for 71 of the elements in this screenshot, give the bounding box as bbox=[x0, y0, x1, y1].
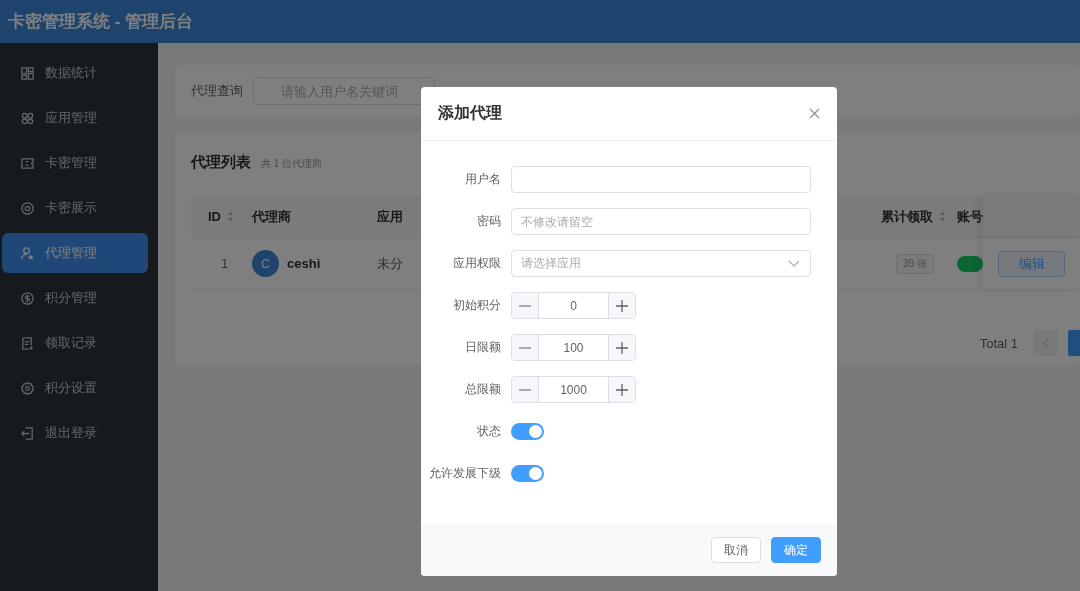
sidebar-item[interactable]: 积分管理 bbox=[2, 278, 148, 318]
increment-button[interactable] bbox=[608, 335, 635, 360]
app-title: 卡密管理系统 - 管理后台 bbox=[8, 11, 194, 33]
settings-icon bbox=[20, 380, 35, 396]
cancel-button[interactable]: 取消 bbox=[711, 537, 761, 563]
plus-icon bbox=[616, 383, 628, 396]
close-button[interactable] bbox=[808, 107, 821, 120]
sidebar-item[interactable]: 卡密展示 bbox=[2, 188, 148, 228]
pagination-total: Total 1 bbox=[979, 335, 1018, 351]
plus-icon bbox=[616, 341, 628, 354]
sidebar-item[interactable]: 数据统计 bbox=[2, 53, 148, 93]
number-input[interactable]: 1000 bbox=[511, 376, 636, 403]
sort-icon[interactable] bbox=[227, 211, 234, 222]
column-label: 代理商 bbox=[252, 207, 291, 226]
previous-page-button[interactable] bbox=[1034, 330, 1058, 356]
column-label: 账号 bbox=[957, 207, 983, 226]
dollar-coin-icon bbox=[20, 290, 35, 306]
list-title: 代理列表 bbox=[191, 153, 251, 172]
decrement-button[interactable] bbox=[512, 293, 539, 318]
decrement-button[interactable] bbox=[512, 377, 539, 402]
edit-button[interactable]: 编辑 bbox=[998, 250, 1065, 277]
ticket-icon bbox=[20, 155, 35, 171]
sidebar-item[interactable]: 退出登录 bbox=[2, 413, 148, 453]
agent-name: ceshi bbox=[287, 256, 321, 271]
field-label: 总限额 bbox=[464, 381, 502, 398]
plus-icon bbox=[616, 299, 628, 312]
confirm-button[interactable]: 确定 bbox=[771, 537, 821, 563]
chevron-left-icon bbox=[1042, 338, 1050, 348]
table-cell-text: 未分 bbox=[377, 254, 404, 273]
field-label: 应用权限 bbox=[452, 255, 502, 272]
avatar: C bbox=[252, 250, 279, 277]
minus-icon bbox=[519, 304, 531, 307]
field-label: 用户名 bbox=[464, 171, 502, 188]
grid-icon bbox=[20, 65, 35, 81]
minus-icon bbox=[519, 346, 531, 349]
input-field[interactable] bbox=[511, 166, 811, 193]
sidebar-item[interactable]: 领取记录 bbox=[2, 323, 148, 363]
sidebar-item[interactable]: 积分设置 bbox=[2, 368, 148, 408]
sidebar-item[interactable]: 应用管理 bbox=[2, 98, 148, 138]
input-field[interactable]: 不修改请留空 bbox=[511, 208, 811, 235]
field-label: 状态 bbox=[476, 423, 502, 440]
number-input[interactable]: 0 bbox=[511, 292, 636, 319]
field-label: 初始积分 bbox=[452, 297, 502, 314]
close-icon bbox=[809, 108, 820, 119]
search-label: 代理查询 bbox=[191, 82, 243, 100]
column-label: 累计领取 bbox=[881, 207, 933, 226]
decrement-button[interactable] bbox=[512, 335, 539, 360]
column-label: 应用 bbox=[377, 207, 403, 226]
toggle-switch[interactable] bbox=[511, 465, 544, 482]
eye-icon bbox=[20, 200, 35, 216]
exit-icon bbox=[20, 425, 35, 441]
increment-button[interactable] bbox=[608, 293, 635, 318]
minus-icon bbox=[519, 388, 531, 391]
user-star-icon bbox=[20, 245, 35, 261]
four-circles-icon bbox=[20, 110, 35, 126]
field-label: 密码 bbox=[476, 213, 502, 230]
dialog-title: 添加代理 bbox=[438, 103, 502, 123]
select-field[interactable]: 请选择应用 bbox=[511, 250, 811, 277]
column-label: ID bbox=[208, 209, 221, 224]
status-switch[interactable] bbox=[957, 255, 983, 272]
sidebar-item[interactable]: 代理管理 bbox=[2, 233, 148, 273]
field-label: 日限额 bbox=[464, 339, 502, 356]
field-label: 允许发展下级 bbox=[428, 465, 502, 482]
toggle-switch[interactable] bbox=[511, 423, 544, 440]
sidebar-item[interactable]: 卡密管理 bbox=[2, 143, 148, 183]
chevron-down-icon bbox=[788, 260, 800, 267]
sort-icon[interactable] bbox=[939, 211, 946, 222]
table-cell-text: 1 bbox=[220, 255, 230, 273]
number-input[interactable]: 100 bbox=[511, 334, 636, 361]
document-icon bbox=[20, 335, 35, 351]
increment-button[interactable] bbox=[608, 377, 635, 402]
